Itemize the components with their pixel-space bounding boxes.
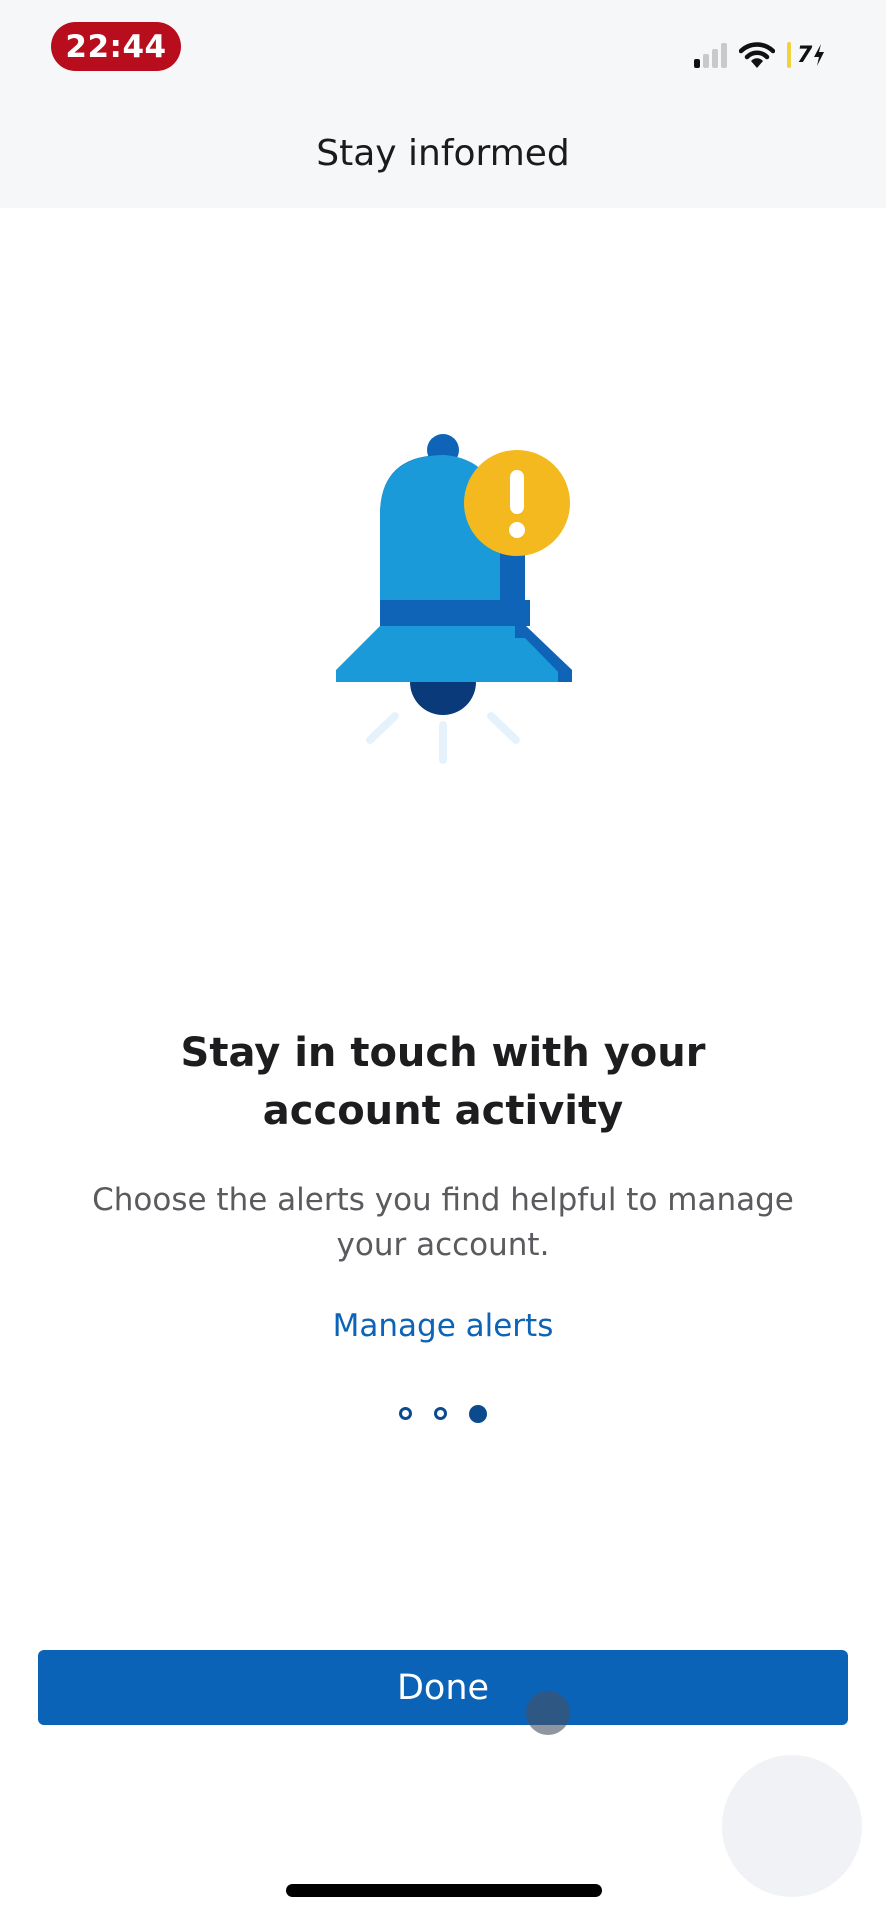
- status-time: 22:44: [51, 22, 181, 71]
- alert-badge-icon: [464, 450, 570, 556]
- wifi-icon: [739, 42, 775, 68]
- time-text: 22:44: [65, 28, 167, 65]
- page-dot-2[interactable]: [434, 1407, 447, 1420]
- description-line-1: Choose the alerts you find helpful to ma…: [92, 1182, 794, 1218]
- touch-indicator: [526, 1691, 570, 1735]
- battery-level: 7: [797, 42, 813, 68]
- onboarding-description: Choose the alerts you find helpful to ma…: [70, 1178, 816, 1268]
- onboarding-heading: Stay in touch with your account activity: [60, 1024, 826, 1140]
- status-icons: 7: [694, 40, 825, 70]
- signal-icon: [694, 42, 727, 68]
- bell-alert-icon: [336, 434, 572, 764]
- heading-line-1: Stay in touch with your: [180, 1030, 706, 1076]
- page-title: Stay informed: [316, 133, 570, 174]
- done-button[interactable]: Done: [38, 1650, 848, 1725]
- page-dot-1[interactable]: [399, 1407, 412, 1420]
- page-dot-3-active[interactable]: [469, 1405, 487, 1423]
- manage-alerts-link[interactable]: Manage alerts: [0, 1308, 886, 1344]
- bolt-icon: [814, 44, 825, 66]
- home-indicator[interactable]: [286, 1884, 602, 1897]
- assistive-touch-button[interactable]: [722, 1755, 862, 1897]
- bell-clapper: [410, 682, 476, 715]
- page-indicator[interactable]: [0, 1405, 886, 1423]
- battery-level-bar: [787, 42, 791, 68]
- battery-indicator: 7: [787, 42, 825, 68]
- bell-band: [380, 600, 530, 626]
- heading-line-2: account activity: [262, 1088, 624, 1134]
- done-label: Done: [396, 1667, 490, 1708]
- top-bar: 22:44 7 Stay informed: [0, 0, 886, 208]
- description-line-2: your account.: [336, 1227, 550, 1263]
